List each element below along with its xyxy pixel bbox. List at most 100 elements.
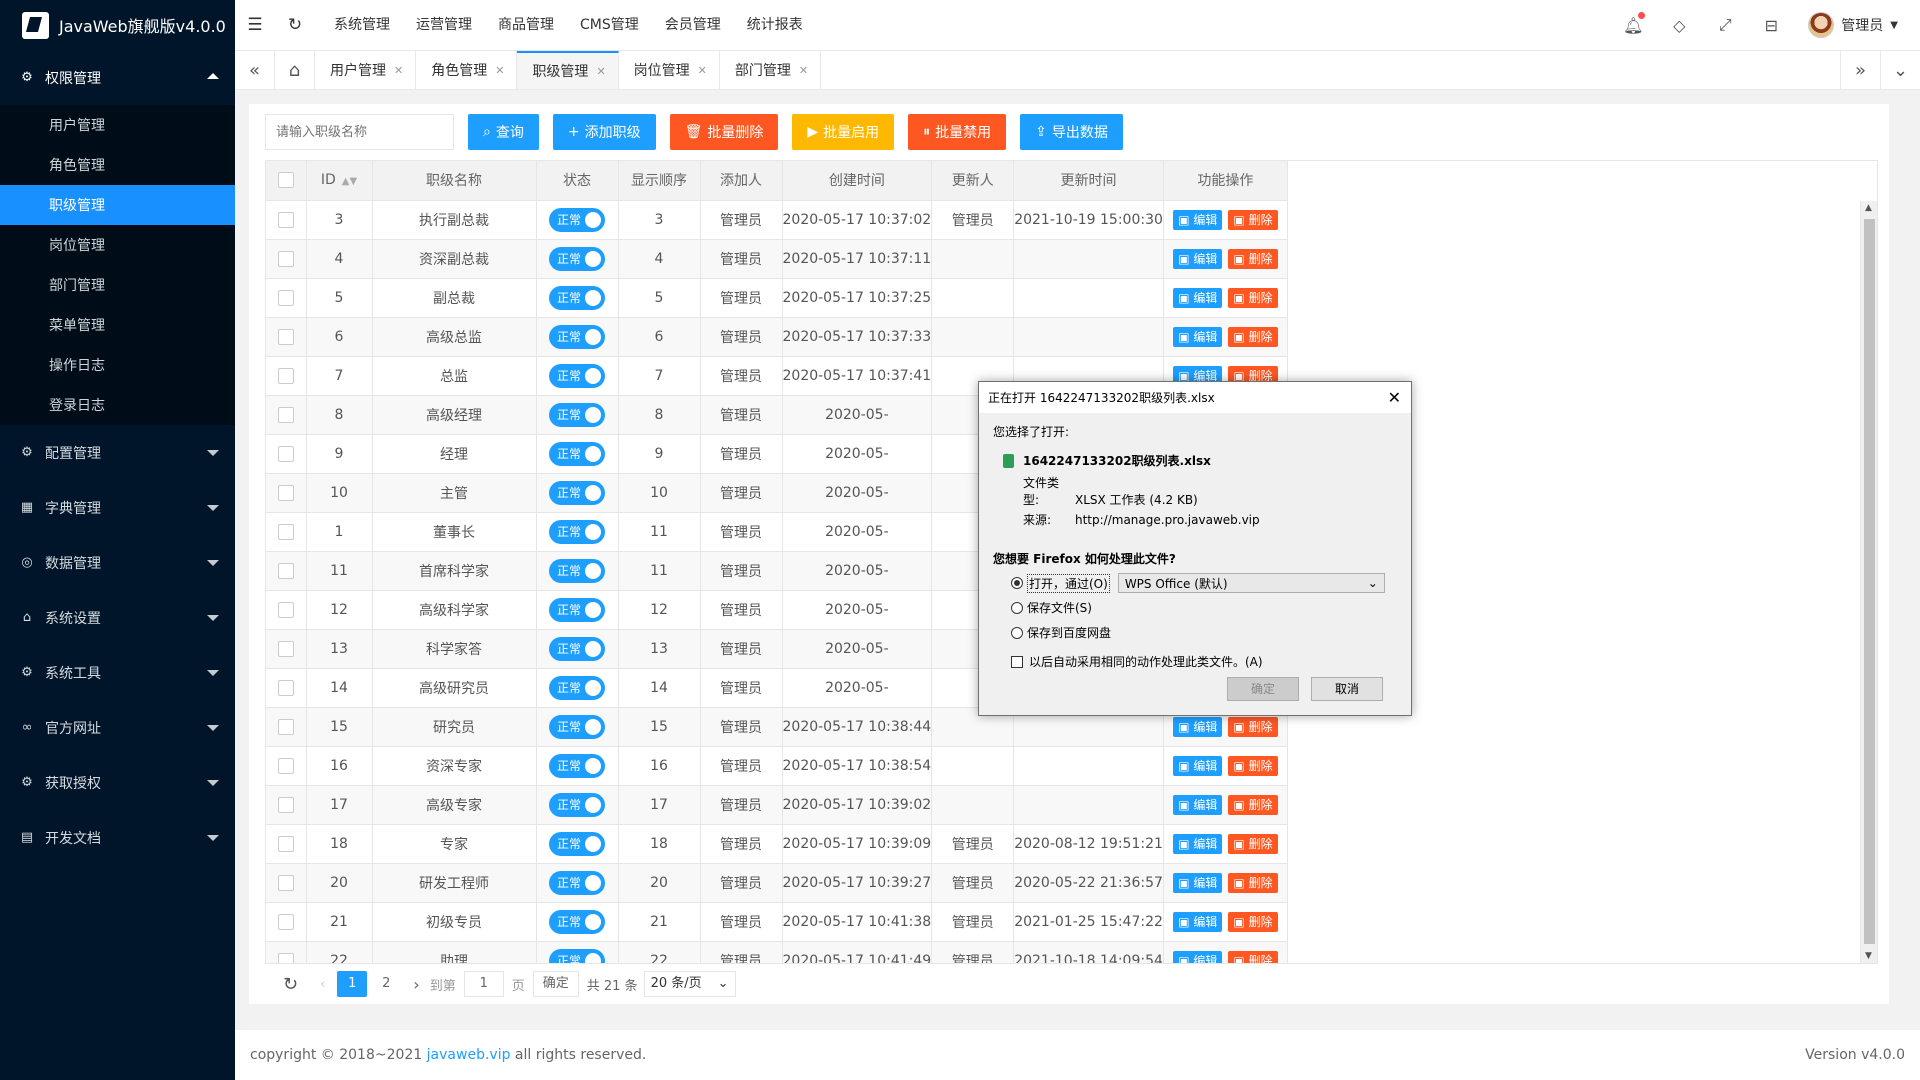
user-menu[interactable]: 管理员 ▼ <box>1808 12 1898 38</box>
page-size-select[interactable]: 20 条/页 ⌄ <box>643 971 736 997</box>
col-id[interactable]: ID ▲▼ <box>306 161 373 201</box>
app-select[interactable]: WPS Office (默认) ⌄ <box>1117 573 1385 593</box>
row-checkbox[interactable] <box>266 434 307 474</box>
top-nav-item-5[interactable]: 统计报表 <box>734 0 816 50</box>
close-icon[interactable]: ✕ <box>698 64 707 77</box>
delete-button[interactable]: ▣ 删除 <box>1228 716 1278 737</box>
save-baidu-option[interactable]: 保存到百度网盘 <box>993 624 1397 641</box>
sidebar-item-2[interactable]: 职级管理 <box>0 185 235 225</box>
edit-button[interactable]: ▣ 编辑 <box>1173 209 1223 230</box>
home-icon[interactable]: ⌂ <box>275 51 315 89</box>
row-checkbox[interactable] <box>266 551 307 591</box>
row-checkbox[interactable] <box>266 512 307 552</box>
status-toggle[interactable]: 正常 <box>549 909 605 934</box>
refresh-icon[interactable]: ↻ <box>275 0 315 50</box>
page-input[interactable]: 1 <box>463 971 504 997</box>
edit-button[interactable]: ▣ 编辑 <box>1173 911 1223 932</box>
menu-group-5[interactable]: ⚙ 系统工具 <box>0 645 235 700</box>
delete-button[interactable]: ▣ 删除 <box>1228 872 1278 893</box>
page-2[interactable]: 2 <box>371 971 401 997</box>
row-checkbox[interactable] <box>266 668 307 708</box>
status-toggle[interactable]: 正常 <box>549 285 605 310</box>
sidebar-item-6[interactable]: 操作日志 <box>0 345 235 385</box>
sidebar-item-3[interactable]: 岗位管理 <box>0 225 235 265</box>
delete-button[interactable]: ▣ 删除 <box>1228 833 1278 854</box>
row-checkbox[interactable] <box>266 707 307 747</box>
row-checkbox[interactable] <box>266 863 307 903</box>
menu-group-3[interactable]: ◎ 数据管理 <box>0 535 235 590</box>
logo[interactable]: JavaWeb旗舰版v4.0.0 <box>0 0 235 50</box>
status-toggle[interactable]: 正常 <box>549 402 605 427</box>
top-nav-item-0[interactable]: 系统管理 <box>321 0 403 50</box>
edit-button[interactable]: ▣ 编辑 <box>1173 833 1223 854</box>
status-toggle[interactable]: 正常 <box>549 714 605 739</box>
menu-group-2[interactable]: ▦ 字典管理 <box>0 480 235 535</box>
top-nav-item-2[interactable]: 商品管理 <box>485 0 567 50</box>
next-page-icon[interactable]: › <box>413 975 419 994</box>
add-rank-button[interactable]: + 添加职级 <box>552 114 656 150</box>
row-checkbox[interactable] <box>266 278 307 318</box>
scroll-up-icon[interactable]: ▲ <box>1865 203 1872 213</box>
edit-button[interactable]: ▣ 编辑 <box>1173 794 1223 815</box>
tab-1[interactable]: 角色管理 ✕ <box>416 51 518 89</box>
status-toggle[interactable]: 正常 <box>549 480 605 505</box>
edit-button[interactable]: ▣ 编辑 <box>1173 716 1223 737</box>
page-1[interactable]: 1 <box>337 971 368 997</box>
row-checkbox[interactable] <box>266 317 307 357</box>
row-checkbox[interactable] <box>266 239 307 279</box>
tab-0[interactable]: 用户管理 ✕ <box>315 51 417 89</box>
scrollbar-thumb[interactable] <box>1864 219 1875 944</box>
menu-group-7[interactable]: ⚙ 获取授权 <box>0 755 235 810</box>
dialog-cancel-button[interactable]: 取消 <box>1311 677 1383 701</box>
sidebar-item-7[interactable]: 登录日志 <box>0 385 235 425</box>
top-nav-item-4[interactable]: 会员管理 <box>652 0 734 50</box>
sort-icon[interactable]: ▲▼ <box>342 176 357 187</box>
top-nav-item-3[interactable]: CMS管理 <box>567 0 652 50</box>
status-toggle[interactable]: 正常 <box>549 519 605 544</box>
row-checkbox[interactable] <box>266 395 307 435</box>
sidebar-item-5[interactable]: 菜单管理 <box>0 305 235 345</box>
status-toggle[interactable]: 正常 <box>549 441 605 466</box>
status-toggle[interactable]: 正常 <box>549 753 605 778</box>
delete-button[interactable]: ▣ 删除 <box>1228 209 1278 230</box>
row-checkbox[interactable] <box>266 629 307 669</box>
edit-button[interactable]: ▣ 编辑 <box>1173 326 1223 347</box>
vertical-scrollbar[interactable]: ▲ ▼ <box>1860 201 1877 963</box>
auto-handle-checkbox[interactable] <box>1011 655 1023 668</box>
export-button[interactable]: ⇪ 导出数据 <box>1020 114 1123 150</box>
close-icon[interactable]: ✕ <box>799 64 808 77</box>
row-checkbox[interactable] <box>266 590 307 630</box>
batch-disable-button[interactable]: ⏸ 批量禁用 <box>908 114 1007 150</box>
collapse-menu-icon[interactable]: ☰ <box>235 0 275 50</box>
select-all-checkbox[interactable] <box>266 161 307 201</box>
scroll-down-icon[interactable]: ▼ <box>1865 951 1872 961</box>
row-checkbox[interactable] <box>266 746 307 786</box>
status-toggle[interactable]: 正常 <box>549 636 605 661</box>
status-toggle[interactable]: 正常 <box>549 792 605 817</box>
open-with-radio[interactable] <box>1011 577 1023 589</box>
row-checkbox[interactable] <box>266 356 307 396</box>
close-icon[interactable]: ✕ <box>394 64 403 77</box>
menu-group-1[interactable]: ⚙ 配置管理 <box>0 425 235 480</box>
search-input[interactable] <box>265 114 454 150</box>
auto-handle-option[interactable]: 以后自动采用相同的动作处理此类文件。(A) <box>993 653 1397 670</box>
menu-group-0[interactable]: ⚙ 权限管理 <box>0 50 235 105</box>
lock-icon[interactable]: ⊟ <box>1748 16 1794 35</box>
prev-page-icon[interactable]: ‹ <box>320 977 325 992</box>
delete-button[interactable]: ▣ 删除 <box>1228 911 1278 932</box>
footer-link[interactable]: javaweb.vip <box>427 1047 511 1063</box>
edit-button[interactable]: ▣ 编辑 <box>1173 755 1223 776</box>
save-baidu-radio[interactable] <box>1011 626 1023 639</box>
tab-3[interactable]: 岗位管理 ✕ <box>619 51 720 89</box>
edit-button[interactable]: ▣ 编辑 <box>1173 287 1223 308</box>
bell-icon[interactable]: 🔔︎ <box>1610 11 1656 35</box>
status-toggle[interactable]: 正常 <box>549 831 605 856</box>
row-checkbox[interactable] <box>266 785 307 825</box>
tabs-scroll-left-icon[interactable]: « <box>235 51 275 89</box>
tag-icon[interactable]: ◇ <box>1656 16 1702 35</box>
status-toggle[interactable]: 正常 <box>549 870 605 895</box>
fullscreen-icon[interactable]: ⤢ <box>1702 15 1748 35</box>
menu-group-4[interactable]: ⌂ 系统设置 <box>0 590 235 645</box>
row-checkbox[interactable] <box>266 824 307 864</box>
open-with-option[interactable]: 打开，通过(O) WPS Office (默认) ⌄ <box>993 573 1397 593</box>
